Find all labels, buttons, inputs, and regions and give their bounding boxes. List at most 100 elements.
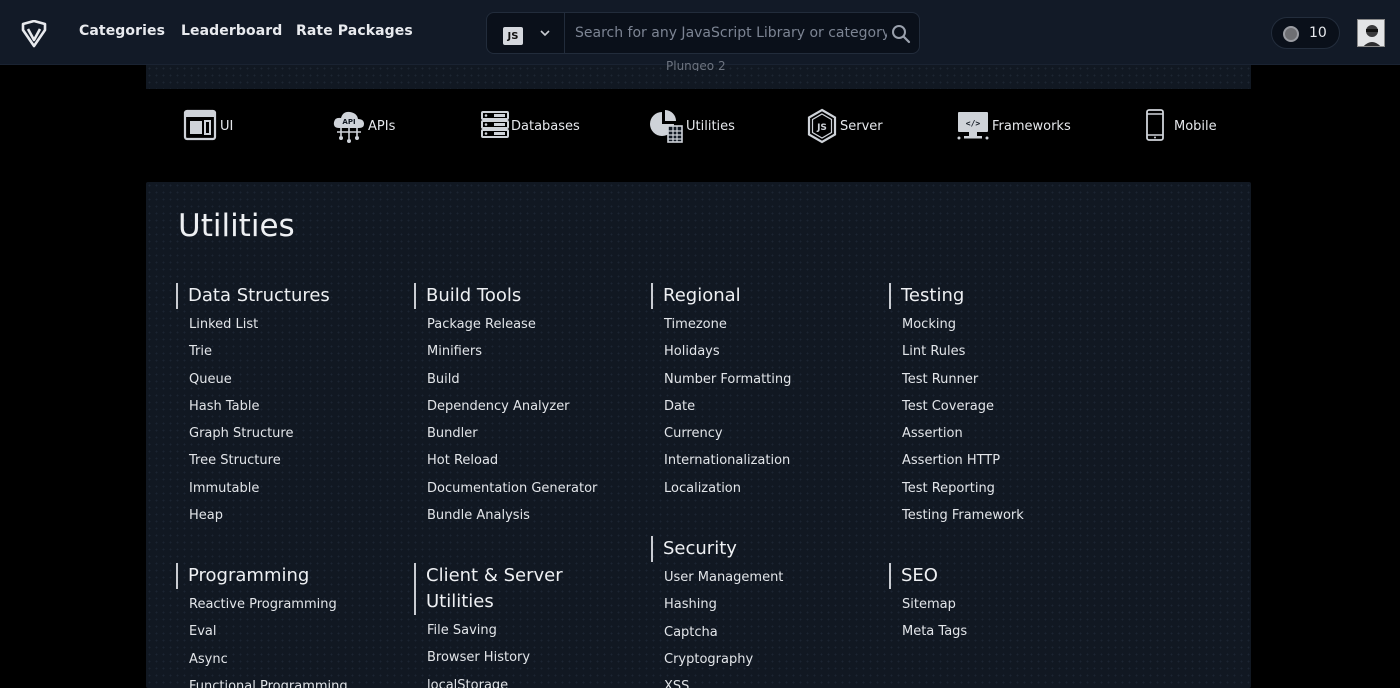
group-title: Testing	[889, 283, 1089, 309]
points-badge[interactable]: 10	[1271, 17, 1340, 49]
list-item[interactable]: Cryptography	[664, 646, 851, 673]
list-item[interactable]: Reactive Programming	[189, 591, 376, 618]
category-label: UI	[220, 119, 234, 134]
language-select[interactable]: JS	[487, 13, 565, 53]
group-title: Regional	[651, 283, 851, 309]
list-item[interactable]: Eval	[189, 618, 376, 645]
search-input[interactable]	[575, 22, 887, 44]
list-item[interactable]: Hashing	[664, 591, 851, 618]
logo-icon[interactable]	[20, 20, 48, 48]
svg-text:API: API	[342, 118, 355, 126]
group-client-server-utilities: Client & Server Utilities File Saving Br…	[414, 563, 564, 688]
user-avatar[interactable]	[1357, 19, 1385, 47]
utilities-panel: Utilities Data Structures Linked List Tr…	[146, 182, 1251, 688]
svg-text:</>: </>	[966, 119, 981, 128]
category-label: Mobile	[1174, 119, 1217, 134]
category-server[interactable]: JS Server	[806, 108, 886, 144]
list-item[interactable]: Bundle Analysis	[427, 502, 614, 529]
list-item[interactable]: Immutable	[189, 475, 376, 502]
category-label: Utilities	[686, 119, 735, 134]
list-item[interactable]: Build	[427, 366, 614, 393]
group-security: Security User Management Hashing Captcha…	[651, 536, 851, 688]
list-item[interactable]: Package Release	[427, 311, 614, 338]
list-item[interactable]: Bundler	[427, 420, 614, 447]
list-item[interactable]: Timezone	[664, 311, 851, 338]
list-item[interactable]: Holidays	[664, 338, 851, 365]
mobile-icon	[1146, 109, 1164, 141]
list-item[interactable]: File Saving	[427, 617, 564, 644]
coin-icon	[1283, 26, 1299, 42]
language-badge: JS	[503, 27, 523, 45]
previous-panel-edge: Plungeo 2	[146, 59, 1251, 89]
list-item[interactable]: Minifiers	[427, 338, 614, 365]
list-item[interactable]: localStorage	[427, 672, 564, 688]
list-item[interactable]: Dependency Analyzer	[427, 393, 614, 420]
list-item[interactable]: Async	[189, 646, 376, 673]
list-item[interactable]: Browser History	[427, 644, 564, 671]
utilities-icon	[650, 110, 683, 143]
category-label: Frameworks	[992, 119, 1071, 134]
category-label: APIs	[368, 119, 396, 134]
search-bar: JS	[486, 12, 920, 54]
panel-title: Utilities	[178, 208, 295, 244]
list-item[interactable]: Tree Structure	[189, 447, 376, 474]
category-label: Databases	[511, 119, 580, 134]
list-item[interactable]: Test Coverage	[902, 393, 1089, 420]
nodejs-icon: JS	[807, 108, 837, 144]
category-label: Server	[840, 119, 883, 134]
category-mobile[interactable]: Mobile	[1145, 108, 1220, 144]
list-item[interactable]: Internationalization	[664, 447, 851, 474]
list-item[interactable]: Test Runner	[902, 366, 1089, 393]
list-item[interactable]: Date	[664, 393, 851, 420]
list-item[interactable]: Queue	[189, 366, 376, 393]
top-navbar: Categories Leaderboard Rate Packages JS …	[0, 0, 1400, 65]
list-item[interactable]: Lint Rules	[902, 338, 1089, 365]
category-ui[interactable]: UI	[183, 108, 243, 144]
api-cloud-icon: API	[333, 111, 364, 143]
list-item[interactable]: Testing Framework	[902, 502, 1089, 529]
list-item[interactable]: Meta Tags	[902, 618, 1089, 645]
list-item[interactable]: Documentation Generator	[427, 475, 614, 502]
category-frameworks[interactable]: </> Frameworks	[956, 108, 1071, 144]
list-item[interactable]: Currency	[664, 420, 851, 447]
group-testing: Testing Mocking Lint Rules Test Runner T…	[889, 283, 1089, 529]
group-build-tools: Build Tools Package Release Minifiers Bu…	[414, 283, 614, 529]
group-title: Build Tools	[414, 283, 614, 309]
list-item[interactable]: XSS	[664, 673, 851, 688]
list-item[interactable]: Assertion HTTP	[902, 447, 1089, 474]
list-item[interactable]: Localization	[664, 475, 851, 502]
strip-text: Plungeo 2	[666, 59, 726, 71]
list-item[interactable]: Number Formatting	[664, 366, 851, 393]
ui-icon	[183, 109, 217, 141]
list-item[interactable]: Assertion	[902, 420, 1089, 447]
category-utilities[interactable]: Utilities	[648, 108, 738, 144]
nav-categories-link[interactable]: Categories	[79, 23, 165, 39]
list-item[interactable]: Graph Structure	[189, 420, 376, 447]
list-item[interactable]: User Management	[664, 564, 851, 591]
category-apis[interactable]: API APIs	[331, 108, 411, 144]
category-databases[interactable]: Databases	[480, 108, 580, 144]
frameworks-icon: </>	[957, 112, 989, 140]
group-data-structures: Data Structures Linked List Trie Queue H…	[176, 283, 376, 529]
list-item[interactable]: Captcha	[664, 619, 851, 646]
search-icon[interactable]	[891, 24, 911, 44]
list-item[interactable]: Functional Programming	[189, 673, 376, 688]
group-title: Client & Server Utilities	[414, 563, 564, 615]
list-item[interactable]: Hash Table	[189, 393, 376, 420]
avatar-icon	[1358, 20, 1384, 46]
list-item[interactable]: Mocking	[902, 311, 1089, 338]
list-item[interactable]: Hot Reload	[427, 447, 614, 474]
list-item[interactable]: Test Reporting	[902, 475, 1089, 502]
nav-leaderboard-link[interactable]: Leaderboard	[181, 23, 282, 39]
group-title: Data Structures	[176, 283, 376, 309]
nav-rate-packages-link[interactable]: Rate Packages	[296, 23, 413, 39]
list-item[interactable]: Heap	[189, 502, 376, 529]
svg-text:JS: JS	[816, 123, 827, 133]
list-item[interactable]: Linked List	[189, 311, 376, 338]
group-programming: Programming Reactive Programming Eval As…	[176, 563, 376, 688]
list-item[interactable]: Sitemap	[902, 591, 1089, 618]
group-regional: Regional Timezone Holidays Number Format…	[651, 283, 851, 502]
chevron-down-icon	[540, 30, 550, 37]
group-title: SEO	[889, 563, 1089, 589]
list-item[interactable]: Trie	[189, 338, 376, 365]
